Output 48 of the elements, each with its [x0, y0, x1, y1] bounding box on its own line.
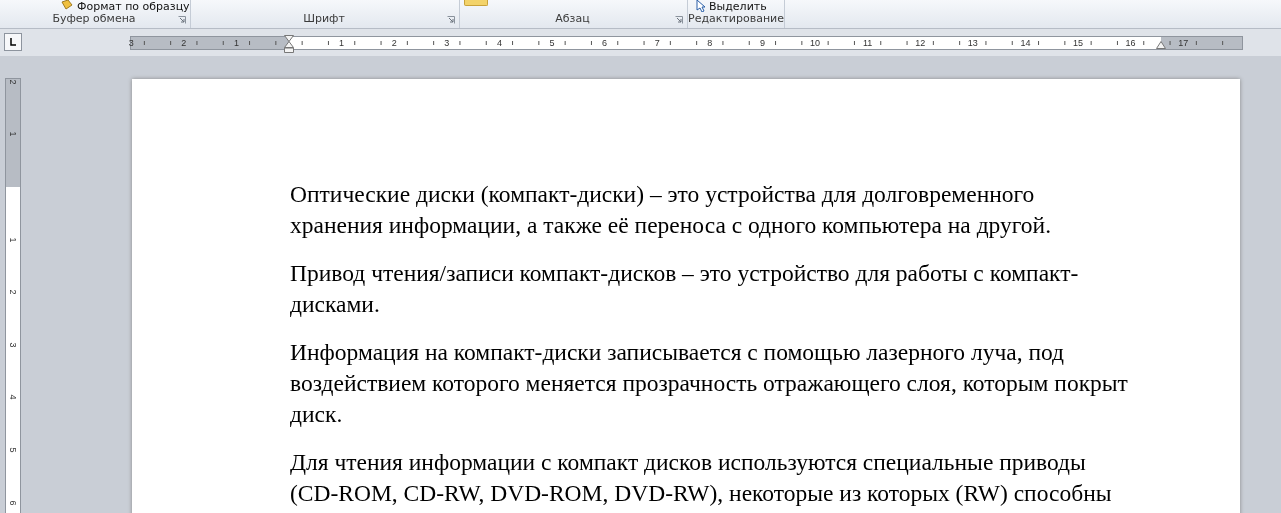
ruler-number: 3	[443, 37, 451, 49]
dialog-launcher-icon[interactable]	[447, 16, 455, 24]
ruler-number: 2	[8, 288, 18, 297]
ruler-number: 16	[1124, 37, 1137, 49]
paragraph: Оптические диски (компакт-диски) – это устройства для долговременного хранения информации, а также её переноса с одного компьютера на другой.	[290, 180, 1053, 240]
ruler-number: 8	[706, 37, 714, 49]
tab-selector-icon[interactable]	[4, 33, 22, 51]
ruler-number: 1	[8, 236, 18, 245]
indent-marker-icon[interactable]	[1156, 41, 1166, 50]
ruler-number: 1	[338, 37, 346, 49]
ruler-number: 2	[8, 78, 18, 87]
ruler-number: 17	[1177, 37, 1190, 49]
paragraph: Информация на компакт-диски записывается с помощью лазерного луча, под воздействием которого меняется прозрачность отражающего слоя, которым покрыт диск.	[290, 338, 1129, 429]
group-label: Буфер обмена	[51, 12, 137, 25]
dialog-launcher-icon[interactable]	[675, 16, 683, 24]
paragraph: Привод чтения/записи компакт-дисков – это устройство для работы с компакт-дисками.	[290, 259, 1080, 319]
ruler-number: 6	[601, 37, 609, 49]
ruler-number: 1	[8, 130, 18, 139]
ruler-number: 4	[495, 37, 503, 49]
ruler-number: 12	[914, 37, 927, 49]
group-label: Абзац	[554, 12, 591, 25]
select-button[interactable]: Выделить	[696, 0, 767, 12]
ruler-number: 15	[1072, 37, 1084, 49]
ruler-number: 5	[548, 37, 556, 49]
paintbrush-icon	[60, 0, 74, 12]
ruler-number: 6	[8, 499, 18, 508]
group-label: Шрифт	[302, 12, 346, 25]
vertical-ruler[interactable]: 2 1 1 2 3 4 5 6	[5, 78, 21, 513]
ruler-number: 3	[127, 37, 135, 49]
ruler-number: 7	[653, 37, 661, 49]
ruler-number: 11	[861, 37, 874, 49]
ruler-number: 10	[809, 37, 821, 49]
group-label: Редактирование	[688, 12, 784, 25]
ruler-number: 14	[1019, 37, 1032, 49]
horizontal-ruler[interactable]: 3 2 1 1 2 3 4 5 6 7 8 9 10 11 12 13 14 15 16 17	[130, 36, 1243, 50]
ruler-number: 9	[758, 37, 766, 49]
ruler-number: 2	[390, 37, 398, 49]
dialog-launcher-icon[interactable]	[178, 16, 186, 24]
ruler-number: 4	[8, 393, 18, 402]
format-painter-button[interactable]: Формат по образцу	[60, 0, 190, 12]
paragraph: Для чтения информации с компакт дисков используются специальные приводы (CD-ROM, CD-RW, DVD-ROM, DVD-RW), некоторые из которых (RW) способны	[290, 448, 1113, 508]
ruler-number: 5	[8, 446, 18, 455]
indent-marker-icon[interactable]	[284, 35, 294, 53]
cursor-icon	[696, 0, 706, 12]
ruler-number: 2	[180, 37, 188, 49]
ruler-number: 13	[966, 37, 979, 49]
ruler-number: 3	[8, 341, 18, 350]
ruler-number: 1	[232, 37, 240, 49]
